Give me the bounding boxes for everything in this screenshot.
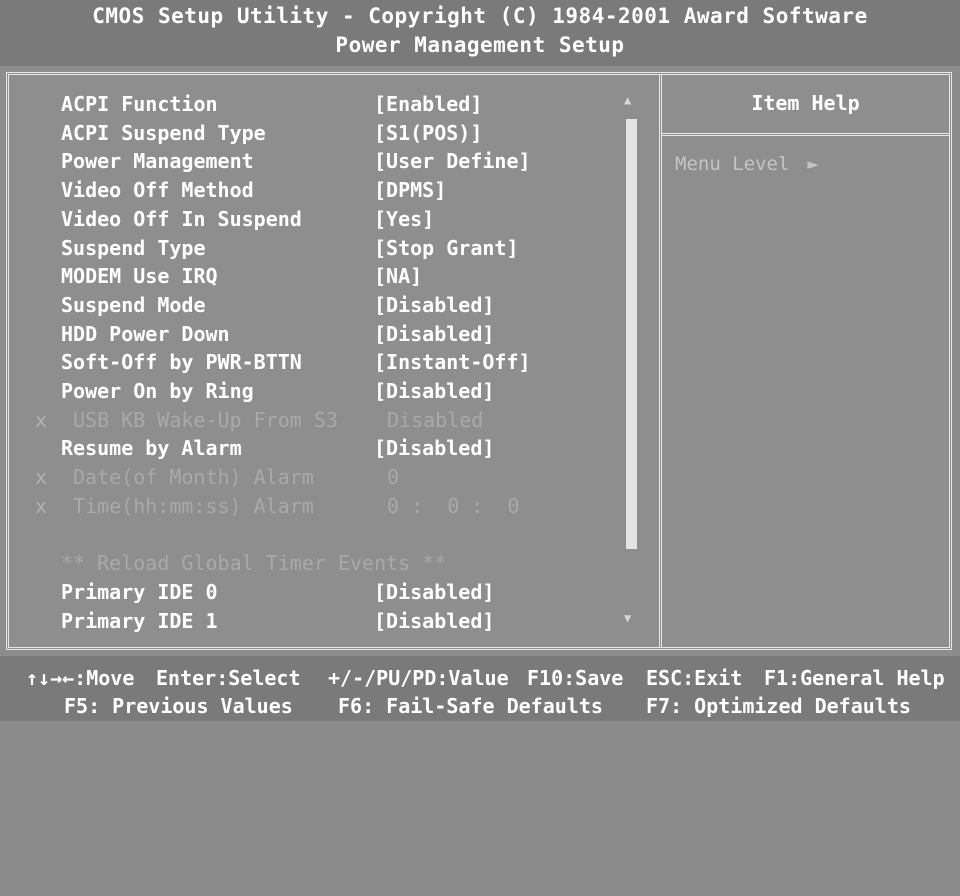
setting-label: Suspend Type (61, 235, 206, 260)
setting-label: Primary IDE 1 (61, 608, 218, 633)
setting-label: Video Off In Suspend (61, 206, 302, 231)
disabled-marker: x (35, 407, 48, 432)
setting-label: Soft-Off by PWR-BTTN (61, 350, 302, 375)
setting-label: ACPI Suspend Type (61, 120, 266, 145)
setting-value[interactable]: [Disabled] (374, 436, 494, 460)
setting-row[interactable]: Primary IDE 1 [Disabled] (9, 609, 649, 637)
setting-row[interactable]: Video Off Method [DPMS] (9, 178, 649, 206)
setting-value[interactable]: [Disabled] (374, 609, 494, 633)
menu-level-arrow-icon: ► (807, 153, 819, 175)
setting-value[interactable]: [Stop Grant] (374, 236, 519, 260)
setting-row[interactable]: ACPI Suspend Type [S1(POS)] (9, 121, 649, 149)
setting-value[interactable]: [NA] (374, 264, 422, 288)
setting-label: USB KB Wake-Up From S3 (73, 407, 338, 432)
setting-label: Power On by Ring (61, 379, 254, 403)
key-fail-safe-defaults[interactable]: F6: Fail-Safe Defaults (338, 694, 603, 718)
key-save[interactable]: F10:Save (527, 666, 623, 690)
item-help-title: Item Help (751, 91, 860, 115)
title-bar: CMOS Setup Utility - Copyright (C) 1984-… (0, 0, 960, 66)
setting-value[interactable]: [DPMS] (374, 178, 446, 202)
setting-value[interactable]: [Enabled] (374, 92, 482, 116)
setting-label: HDD Power Down (61, 321, 230, 346)
setting-row[interactable]: Resume by Alarm [Disabled] (9, 436, 649, 464)
setting-value[interactable]: [Disabled] (374, 293, 494, 317)
setting-row: x Date(of Month) Alarm 0 (9, 465, 649, 493)
setting-row[interactable]: ACPI Function [Enabled] (9, 92, 649, 120)
scroll-up-icon[interactable]: ▲ (624, 93, 631, 107)
setting-row (9, 523, 649, 551)
setting-value[interactable]: [Instant-Off] (374, 350, 531, 374)
setting-value[interactable]: [Yes] (374, 207, 434, 231)
setting-row[interactable]: HDD Power Down [Disabled] (9, 322, 649, 350)
setting-row[interactable]: Primary IDE 0 [Disabled] (9, 580, 649, 608)
setting-label: ACPI Function (61, 92, 218, 116)
key-optimized-defaults[interactable]: F7: Optimized Defaults (646, 694, 911, 718)
page-title: Power Management Setup (335, 33, 625, 57)
key-previous-values[interactable]: F5: Previous Values (64, 694, 293, 718)
setting-label: MODEM Use IRQ (61, 264, 218, 289)
scrollbar[interactable] (626, 119, 637, 549)
scroll-down-icon[interactable]: ▼ (624, 611, 631, 625)
setting-label: Suspend Mode (61, 292, 206, 317)
setting-row: x USB KB Wake-Up From S3 Disabled (9, 408, 649, 436)
setup-panel: ACPI Function [Enabled] ACPI Suspend Type [… (6, 72, 952, 650)
setting-value[interactable]: [Disabled] (374, 580, 494, 604)
setting-value[interactable]: [S1(POS)] (374, 121, 482, 145)
key-exit[interactable]: ESC:Exit (646, 666, 742, 690)
setting-row[interactable]: Power Management [User Define] (9, 149, 649, 177)
section-heading: ** Reload Global Timer Events ** (9, 551, 649, 579)
panel-divider (659, 75, 662, 647)
setting-value: 0 : 0 : 0 (387, 493, 520, 518)
setting-row: x Time(hh:mm:ss) Alarm 0 : 0 : 0 (9, 494, 649, 522)
setting-row[interactable]: Power On by Ring [Disabled] (9, 379, 649, 407)
setting-value[interactable]: [Disabled] (374, 379, 494, 403)
key-help-bar: ↑↓→←:Move Enter:Select +/-/PU/PD:Value F… (0, 656, 960, 721)
setting-row[interactable]: Suspend Mode [Disabled] (9, 293, 649, 321)
help-title-separator (662, 133, 949, 136)
setting-label: Power Management (61, 149, 254, 174)
setting-row[interactable]: Suspend Type [Stop Grant] (9, 236, 649, 264)
setting-label: ** Reload Global Timer Events ** (61, 551, 447, 576)
setting-label: Resume by Alarm (61, 436, 242, 461)
setting-value[interactable]: [User Define] (374, 149, 531, 173)
setting-label: Time(hh:mm:ss) Alarm (73, 493, 314, 518)
setting-value: Disabled (387, 407, 484, 432)
setting-label: Primary IDE 0 (61, 579, 218, 604)
key-value: +/-/PU/PD:Value (328, 666, 509, 690)
setting-row[interactable]: Video Off In Suspend [Yes] (9, 207, 649, 235)
app-title: CMOS Setup Utility - Copyright (C) 1984-… (92, 4, 868, 28)
key-general-help[interactable]: F1:General Help (764, 666, 945, 690)
setting-value[interactable]: [Disabled] (374, 322, 494, 346)
setting-row[interactable]: MODEM Use IRQ [NA] (9, 264, 649, 292)
setting-row[interactable]: Soft-Off by PWR-BTTN [Instant-Off] (9, 350, 649, 378)
menu-level: Menu Level ► (675, 153, 819, 175)
setting-value: 0 (387, 465, 400, 490)
setting-label: Date(of Month) Alarm (73, 465, 314, 490)
setting-label: Video Off Method (61, 178, 254, 203)
disabled-marker: x (35, 465, 48, 490)
key-move: ↑↓→←:Move (26, 666, 135, 690)
menu-level-label: Menu Level (675, 153, 790, 175)
key-select: Enter:Select (156, 666, 301, 690)
disabled-marker: x (35, 493, 48, 518)
